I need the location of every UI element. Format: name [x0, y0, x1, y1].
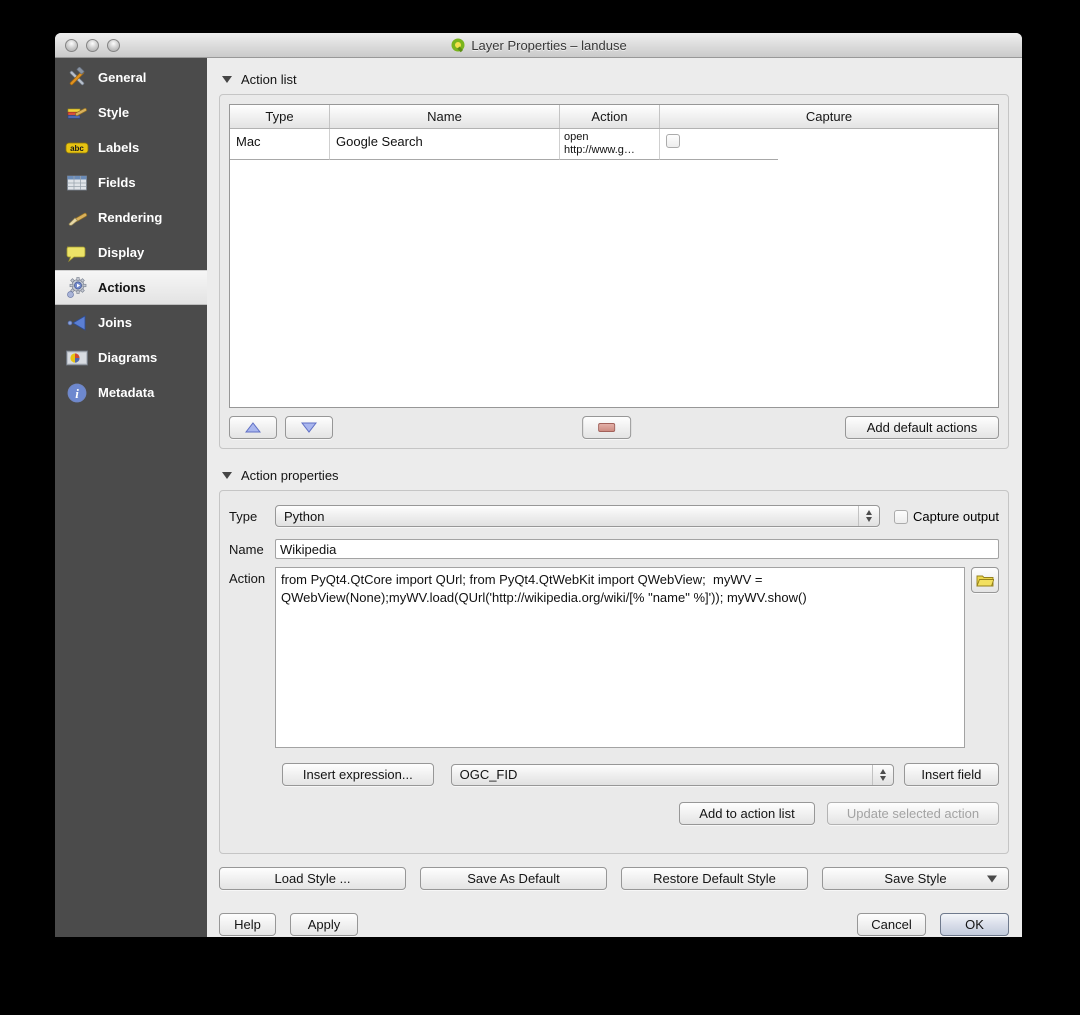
save-style-dropdown-button[interactable]: Save Style	[822, 867, 1009, 890]
qgis-icon	[450, 37, 466, 53]
sidebar: General Style abc Labels Fields Renderin…	[55, 58, 207, 937]
spinner-arrows-icon	[857, 506, 879, 526]
sidebar-item-actions[interactable]: Actions	[55, 270, 207, 305]
action-list-header[interactable]: Action list	[222, 70, 1009, 88]
action-table: Type Name Action Capture Mac Google Sear…	[229, 104, 999, 408]
collapse-triangle-icon	[222, 75, 232, 83]
sidebar-item-label: Metadata	[98, 385, 155, 400]
svg-text:i: i	[75, 386, 79, 401]
action-table-header: Type Name Action Capture	[230, 105, 998, 129]
speech-bubble-icon	[65, 241, 89, 265]
tools-icon	[65, 66, 89, 90]
sidebar-item-label: Actions	[98, 280, 146, 295]
action-code-textarea[interactable]: from PyQt4.QtCore import QUrl; from PyQt…	[275, 567, 965, 748]
column-header-action[interactable]: Action	[560, 105, 660, 128]
cell-name[interactable]: Google Search	[330, 129, 560, 161]
move-down-button[interactable]	[285, 416, 333, 439]
cell-action[interactable]: open http://www.g…	[560, 129, 660, 161]
down-arrow-icon	[301, 422, 317, 433]
info-icon: i	[65, 381, 89, 405]
table-row[interactable]: Mac Google Search open http://www.g…	[230, 129, 998, 161]
remove-action-button[interactable]	[582, 416, 632, 439]
minimize-window-button[interactable]	[86, 38, 99, 52]
add-default-actions-button[interactable]: Add default actions	[845, 416, 999, 439]
sidebar-item-general[interactable]: General	[55, 60, 207, 95]
brush-icon	[65, 206, 89, 230]
type-combobox[interactable]: Python	[275, 505, 880, 527]
title-bar: Layer Properties – landuse	[55, 33, 1022, 58]
help-button[interactable]: Help	[219, 913, 276, 936]
action-properties-header-label: Action properties	[241, 467, 339, 483]
sidebar-item-label: Display	[98, 245, 145, 260]
layer-properties-window: Layer Properties – landuse General Style…	[55, 33, 1022, 937]
insert-expression-button[interactable]: Insert expression...	[282, 763, 434, 786]
action-list-groupbox: Type Name Action Capture Mac Google Sear…	[219, 94, 1009, 449]
action-properties-header[interactable]: Action properties	[222, 466, 1009, 484]
load-style-button[interactable]: Load Style ...	[219, 867, 406, 890]
cell-type[interactable]: Mac	[230, 129, 330, 161]
table-icon	[65, 171, 89, 195]
restore-default-style-button[interactable]: Restore Default Style	[621, 867, 808, 890]
capture-output-label: Capture output	[912, 508, 999, 524]
save-as-default-button[interactable]: Save As Default	[420, 867, 607, 890]
svg-text:abc: abc	[70, 144, 84, 153]
name-input[interactable]	[275, 539, 999, 559]
style-brush-icon	[65, 101, 89, 125]
sidebar-item-display[interactable]: Display	[55, 235, 207, 270]
sidebar-item-rendering[interactable]: Rendering	[55, 200, 207, 235]
sidebar-item-style[interactable]: Style	[55, 95, 207, 130]
sidebar-item-label: Rendering	[98, 210, 163, 225]
insert-field-button[interactable]: Insert field	[903, 763, 999, 786]
collapse-triangle-icon	[222, 471, 232, 479]
sidebar-item-label: General	[98, 70, 147, 85]
type-label: Type	[229, 508, 258, 524]
sidebar-item-label: Style	[98, 105, 130, 120]
action-label: Action	[229, 571, 266, 586]
traffic-lights	[65, 38, 120, 52]
sidebar-item-labels[interactable]: abc Labels	[55, 130, 207, 165]
window-title-area: Layer Properties – landuse	[55, 33, 1022, 57]
field-combobox-value: OGC_FID	[459, 767, 518, 782]
move-up-button[interactable]	[229, 416, 277, 439]
sidebar-item-metadata[interactable]: i Metadata	[55, 375, 207, 410]
zoom-window-button[interactable]	[107, 38, 120, 52]
chevron-down-icon	[987, 875, 997, 882]
content-area: Action list Type Name Action Capture Mac…	[207, 58, 1022, 937]
browse-file-button[interactable]	[971, 567, 999, 593]
sidebar-item-diagrams[interactable]: Diagrams	[55, 340, 207, 375]
capture-output-checkbox[interactable]	[893, 509, 908, 524]
pie-chart-icon	[65, 346, 89, 370]
folder-icon	[976, 575, 994, 587]
action-properties-groupbox: Type Python Capture output Name Act	[219, 490, 1009, 854]
sidebar-item-label: Diagrams	[98, 350, 158, 365]
save-style-label: Save Style	[884, 871, 947, 886]
gears-play-icon	[65, 276, 89, 300]
join-arrow-icon	[65, 311, 89, 335]
remove-icon	[598, 423, 616, 432]
update-selected-action-button[interactable]: Update selected action	[827, 802, 999, 825]
sidebar-item-joins[interactable]: Joins	[55, 305, 207, 340]
sidebar-item-label: Fields	[98, 175, 136, 190]
sidebar-item-fields[interactable]: Fields	[55, 165, 207, 200]
name-label: Name	[229, 541, 264, 557]
field-combobox[interactable]: OGC_FID	[450, 763, 894, 786]
abc-label-icon: abc	[65, 136, 89, 160]
column-header-type[interactable]: Type	[230, 105, 330, 128]
action-list-header-label: Action list	[241, 71, 297, 87]
type-combobox-value: Python	[284, 508, 325, 524]
sidebar-item-label: Joins	[98, 315, 132, 330]
window-title: Layer Properties – landuse	[471, 37, 627, 53]
cell-capture	[660, 129, 998, 161]
column-header-name[interactable]: Name	[330, 105, 560, 128]
column-header-capture[interactable]: Capture	[660, 105, 998, 128]
up-arrow-icon	[245, 422, 261, 433]
sidebar-item-label: Labels	[98, 140, 140, 155]
add-to-action-list-button[interactable]: Add to action list	[679, 802, 815, 825]
capture-checkbox[interactable]	[666, 134, 680, 148]
close-window-button[interactable]	[65, 38, 78, 52]
cancel-button[interactable]: Cancel	[857, 913, 926, 936]
ok-button[interactable]: OK	[940, 913, 1009, 936]
apply-button[interactable]: Apply	[290, 913, 358, 936]
spinner-arrows-icon	[871, 764, 893, 785]
